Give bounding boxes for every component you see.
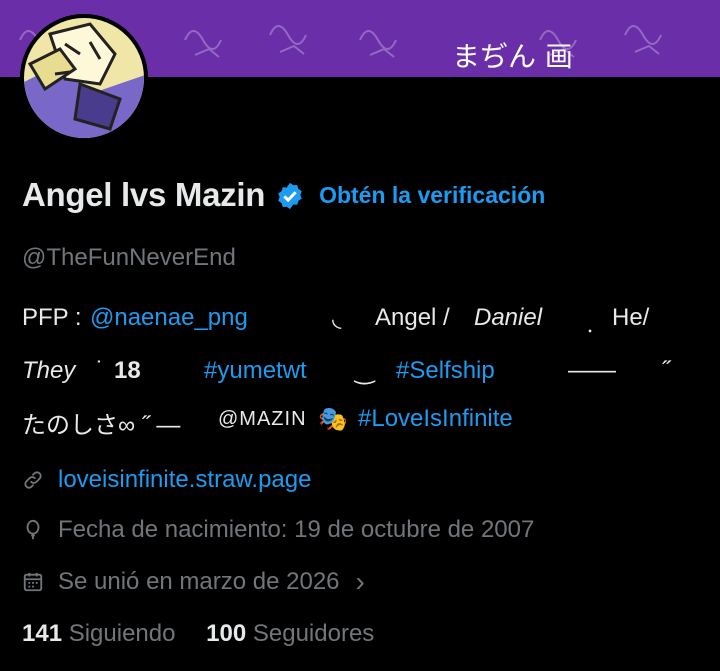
following-label: Siguiendo [68,620,176,647]
user-handle: @TheFunNeverEnd [22,244,236,271]
website-row: loveisinfinite.straw.page [22,466,311,494]
followers-label: Seguidores [252,620,375,647]
display-name: Angel lvs Mazin [22,176,266,213]
bio-they: They [22,357,76,384]
balloon-icon [26,519,40,540]
avatar[interactable] [20,14,148,142]
get-verified-link[interactable]: Obtén la verificación [319,182,545,209]
banner-kanji: まぢん 画 [452,40,573,73]
birthday-text: Fecha de nacimiento: 19 de octubre de 20… [58,516,535,543]
bio-deco: ˙ [96,357,104,384]
joined-row[interactable]: Se unió en marzo de 2026 › [22,566,365,598]
bio-dash: —— [568,357,616,384]
bio-angel: Angel / [375,304,450,331]
joined-text: Se unió en marzo de 2026 [58,568,340,595]
avatar-image [20,14,148,142]
masks-emoji-icon: 🎭 [318,406,348,433]
followers-count: 100 [206,620,247,647]
followers-stat[interactable]: 100 Seguidores [206,620,374,647]
following-stat[interactable]: 141 Siguiendo [22,620,182,647]
profile-stats: 141 Siguiendo 100 Seguidores [22,620,374,648]
hashtag-yumetwt[interactable]: #yumetwt [204,357,307,385]
chevron-right-icon: › [355,566,365,597]
bio-pronouns: He/ [612,304,650,331]
website-link[interactable]: loveisinfinite.straw.page [58,466,311,494]
hashtag-loveisinfinite[interactable]: #LoveIsInfinite [358,405,513,433]
bio-pfp-mention[interactable]: @naenae_png [90,304,248,332]
following-count: 141 [22,620,63,647]
link-icon [24,471,42,489]
bio-age: 18 [114,357,141,384]
bio-deco: ◟ [332,305,342,332]
verified-badge-icon[interactable] [275,181,305,211]
bio-daniel: Daniel [474,304,543,331]
bio-deco: ﹒ [578,311,602,338]
name-row: Angel lvs Mazin Obtén la verificación [22,176,545,214]
hashtag-selfship[interactable]: #Selfship [396,357,495,385]
bio-pfp-label: PFP : [22,304,82,331]
bio-mazin: @MAZIN [218,408,307,430]
bio-quote: ˝ [662,357,670,384]
bio-deco: ‿ [355,358,375,385]
birthday-row: Fecha de nacimiento: 19 de octubre de 20… [22,516,534,544]
calendar-icon [23,572,43,592]
bio-japanese-text: たのしさ∞ ˝ — [22,412,181,439]
